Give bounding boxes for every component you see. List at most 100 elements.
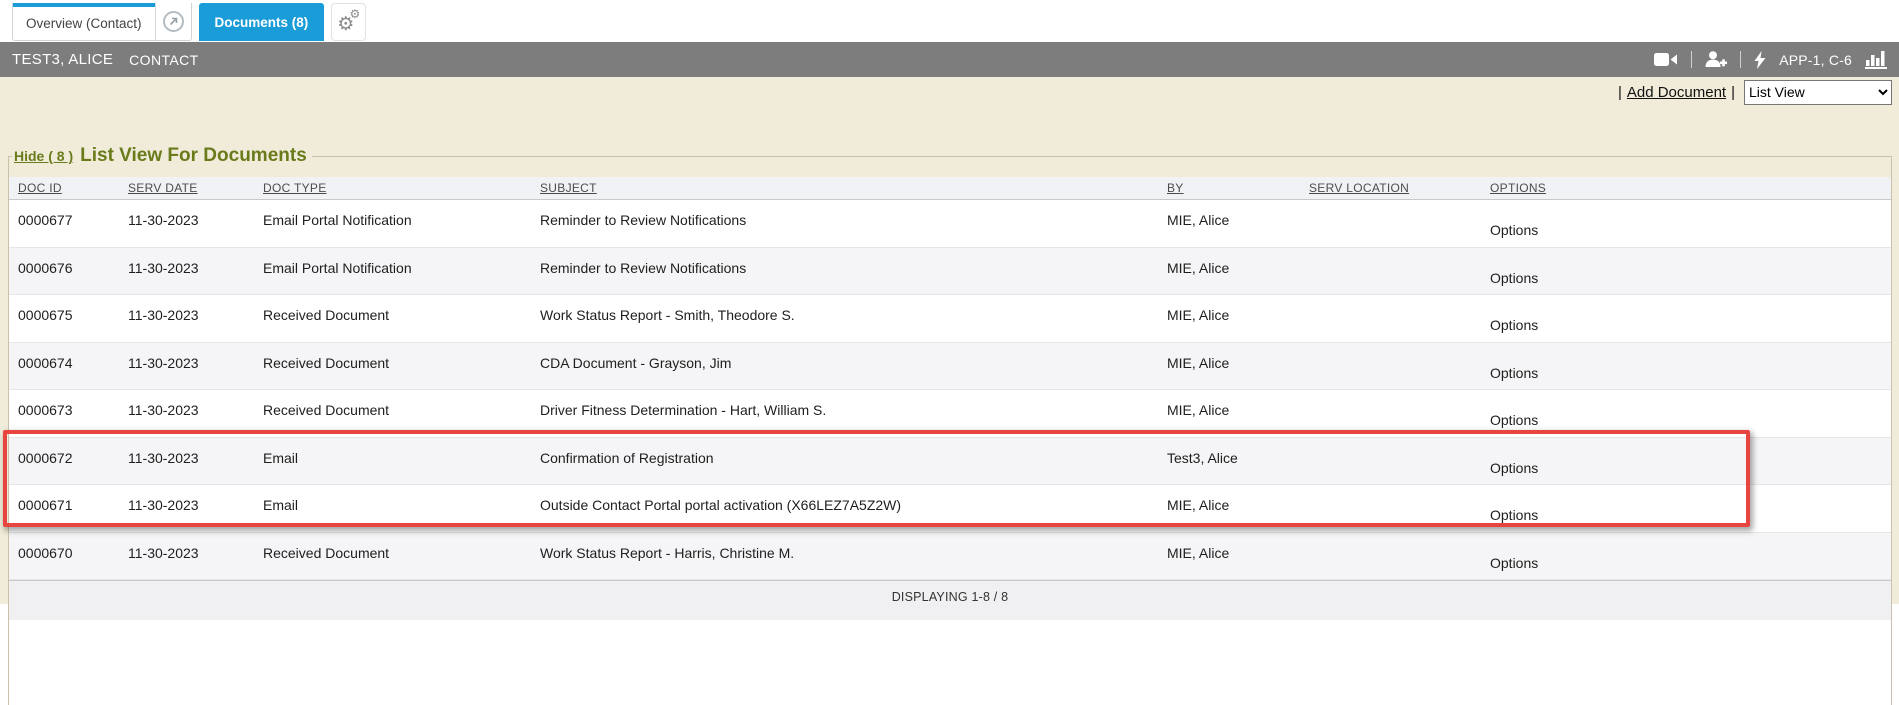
options-button[interactable]: Options: [1490, 365, 1538, 381]
documents-panel: Hide ( 8 ) List View For Documents DOC I…: [8, 145, 1892, 705]
table-row-0000674: 000067411-30-2023Received DocumentCDA Do…: [9, 343, 1891, 391]
cell-doc-id: 0000675: [18, 295, 128, 342]
table-row-0000673: 000067311-30-2023Received DocumentDriver…: [9, 390, 1891, 438]
tab-overview-label[interactable]: Overview (Contact): [13, 3, 155, 40]
cell-doc-id: 0000671: [18, 485, 128, 532]
options-button[interactable]: Options: [1490, 412, 1538, 428]
separator: |: [1731, 84, 1735, 101]
cell-doc-id: 0000670: [18, 533, 128, 580]
cell-doc-id: 0000676: [18, 248, 128, 295]
cell-serv-date: 11-30-2023: [128, 438, 263, 485]
column-sort-link[interactable]: DOC TYPE: [263, 181, 327, 195]
view-mode-select[interactable]: List View: [1744, 80, 1892, 105]
open-in-new-window-button[interactable]: [155, 3, 191, 40]
cell-options: Options: [1490, 438, 1891, 485]
tab-overview-contact[interactable]: Overview (Contact): [12, 3, 192, 41]
cell-options: Options: [1490, 390, 1891, 437]
cell-serv-location: [1309, 248, 1490, 295]
options-button[interactable]: Options: [1490, 460, 1538, 476]
cell-doc-type: Email Portal Notification: [263, 200, 540, 247]
cell-subject: Reminder to Review Notifications: [540, 248, 1167, 295]
options-button[interactable]: Options: [1490, 555, 1538, 571]
cell-subject: Work Status Report - Harris, Christine M…: [540, 533, 1167, 580]
cell-serv-date: 11-30-2023: [128, 200, 263, 247]
column-sort-link[interactable]: SERV DATE: [128, 181, 198, 195]
cell-serv-date: 11-30-2023: [128, 390, 263, 437]
cell-by: MIE, Alice: [1167, 485, 1309, 532]
context-entity-type: CONTACT: [129, 52, 198, 68]
cell-by: MIE, Alice: [1167, 295, 1309, 342]
options-button[interactable]: Options: [1490, 270, 1538, 286]
cell-doc-type: Received Document: [263, 533, 540, 580]
column-sort-link[interactable]: BY: [1167, 181, 1184, 195]
cell-serv-location: [1309, 485, 1490, 532]
column-sort-link[interactable]: SERV LOCATION: [1309, 181, 1409, 195]
cell-doc-type: Email: [263, 485, 540, 532]
cell-subject: CDA Document - Grayson, Jim: [540, 343, 1167, 390]
tab-documents-label: Documents (8): [215, 15, 309, 30]
cell-by: Test3, Alice: [1167, 438, 1309, 485]
document-actions: | Add Document | List View: [1613, 79, 1892, 105]
lightning-bolt-icon[interactable]: [1754, 51, 1766, 69]
person-add-icon[interactable]: [1705, 51, 1727, 68]
cell-serv-date: 11-30-2023: [128, 248, 263, 295]
cell-serv-date: 11-30-2023: [128, 485, 263, 532]
column-header-serv-date[interactable]: SERV DATE: [128, 177, 263, 199]
cell-serv-location: [1309, 533, 1490, 580]
displaying-count: DISPLAYING 1-8 / 8: [892, 590, 1009, 604]
cell-serv-location: [1309, 438, 1490, 485]
documents-table: DOC ID SERV DATE DOC TYPE SUBJECT BY SERV LOC…: [9, 177, 1891, 620]
options-button[interactable]: Options: [1490, 222, 1538, 238]
table-row-0000671: 000067111-30-2023EmailOutside Contact Po…: [9, 485, 1891, 533]
cell-doc-type: Received Document: [263, 390, 540, 437]
divider: [1740, 51, 1741, 68]
column-header-doc-id[interactable]: DOC ID: [18, 177, 128, 199]
bar-chart-icon[interactable]: [1865, 50, 1887, 69]
cell-doc-type: Email: [263, 438, 540, 485]
add-document-link[interactable]: Add Document: [1627, 84, 1726, 101]
panel-legend: Hide ( 8 ) List View For Documents: [12, 145, 312, 167]
cell-serv-date: 11-30-2023: [128, 533, 263, 580]
table-footer: DISPLAYING 1-8 / 8: [9, 580, 1891, 620]
cell-options: Options: [1490, 295, 1891, 342]
options-button[interactable]: Options: [1490, 317, 1538, 333]
cell-doc-type: Email Portal Notification: [263, 248, 540, 295]
column-sort-link[interactable]: DOC ID: [18, 181, 62, 195]
table-body: 000067711-30-2023Email Portal Notificati…: [9, 200, 1891, 580]
table-row-0000677: 000067711-30-2023Email Portal Notificati…: [9, 200, 1891, 248]
video-camera-icon[interactable]: [1654, 52, 1678, 67]
column-sort-link[interactable]: OPTIONS: [1490, 181, 1546, 195]
tab-documents[interactable]: Documents (8): [199, 3, 325, 41]
cell-options: Options: [1490, 343, 1891, 390]
hide-panel-link[interactable]: Hide ( 8 ): [14, 148, 73, 164]
column-header-options[interactable]: OPTIONS: [1490, 177, 1891, 199]
table-header-row: DOC ID SERV DATE DOC TYPE SUBJECT BY SERV LOC…: [9, 177, 1891, 200]
cell-serv-location: [1309, 200, 1490, 247]
cell-subject: Confirmation of Registration: [540, 438, 1167, 485]
cell-options: Options: [1490, 200, 1891, 247]
column-header-subject[interactable]: SUBJECT: [540, 177, 1167, 199]
options-button[interactable]: Options: [1490, 507, 1538, 523]
column-sort-link[interactable]: SUBJECT: [540, 181, 597, 195]
cell-options: Options: [1490, 248, 1891, 295]
cell-doc-id: 0000677: [18, 200, 128, 247]
cell-serv-location: [1309, 343, 1490, 390]
column-header-serv-location[interactable]: SERV LOCATION: [1309, 177, 1490, 199]
table-row-0000675: 000067511-30-2023Received DocumentWork S…: [9, 295, 1891, 343]
cell-doc-id: 0000672: [18, 438, 128, 485]
cell-doc-id: 0000673: [18, 390, 128, 437]
table-row-0000672: 000067211-30-2023EmailConfirmation of Re…: [9, 438, 1891, 486]
cell-subject: Reminder to Review Notifications: [540, 200, 1167, 247]
external-link-icon: [163, 11, 184, 32]
context-name: TEST3, ALICE: [12, 51, 113, 68]
gear-small-icon: ⚙: [350, 8, 361, 20]
cell-by: MIE, Alice: [1167, 343, 1309, 390]
cell-options: Options: [1490, 533, 1891, 580]
app-reference-text: APP-1, C-6: [1779, 52, 1852, 68]
column-header-by[interactable]: BY: [1167, 177, 1309, 199]
column-header-doc-type[interactable]: DOC TYPE: [263, 177, 540, 199]
tab-strip: Overview (Contact) Documents (8) ⚙ ⚙: [0, 0, 1899, 42]
table-row-0000676: 000067611-30-2023Email Portal Notificati…: [9, 248, 1891, 296]
tab-settings-button[interactable]: ⚙ ⚙: [331, 3, 366, 41]
table-row-0000670: 000067011-30-2023Received DocumentWork S…: [9, 533, 1891, 581]
